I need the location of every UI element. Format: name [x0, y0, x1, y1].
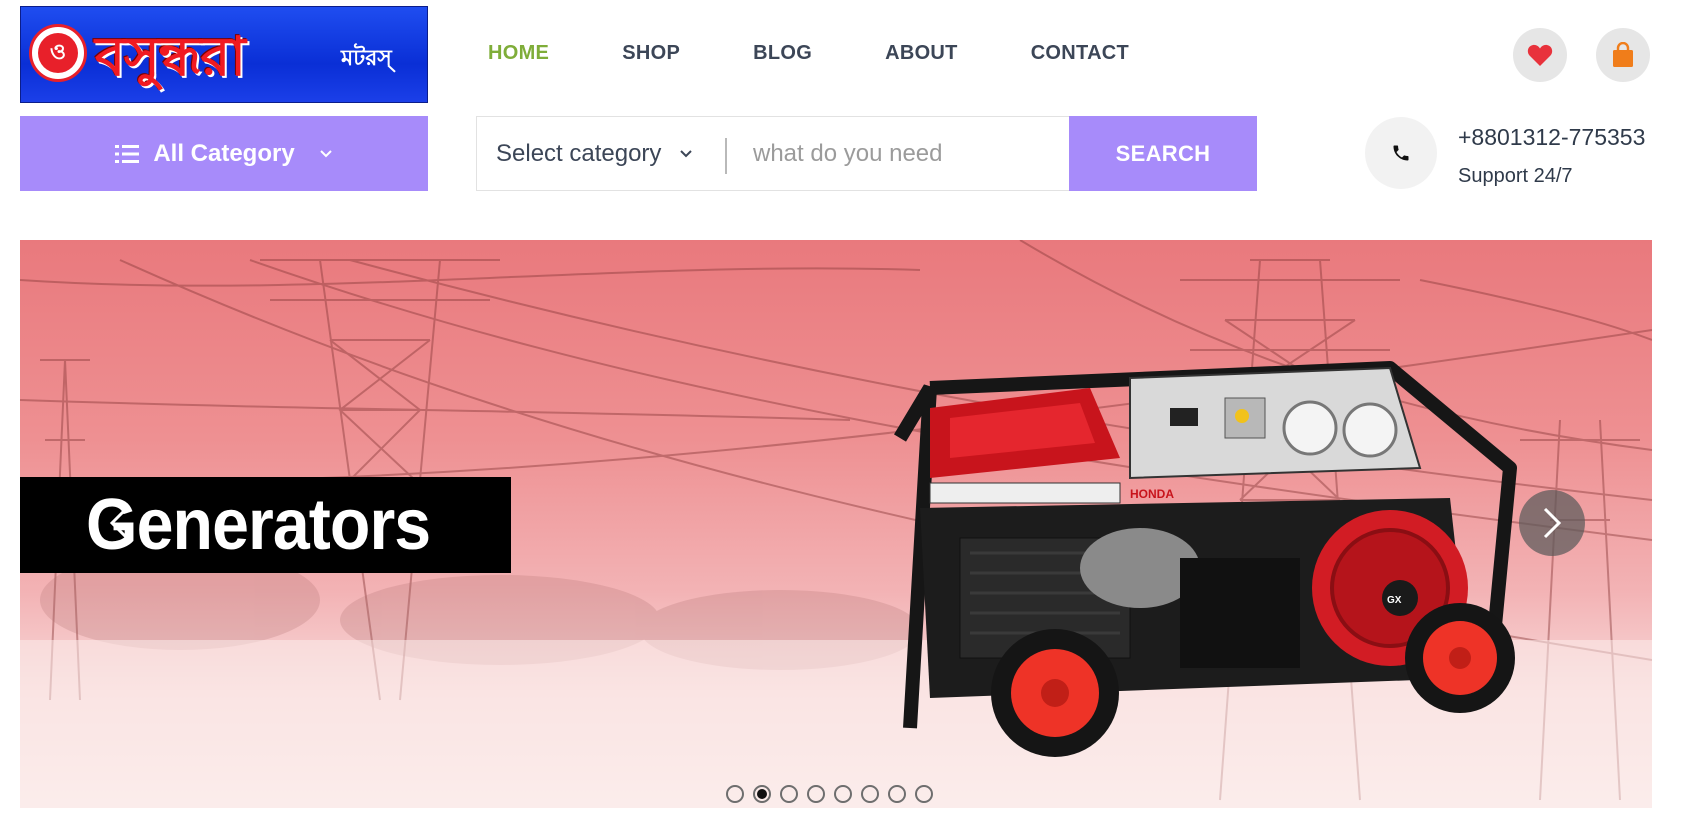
list-icon: [115, 144, 140, 163]
phone-icon: [1365, 117, 1437, 189]
logo-subtext: মটরস্: [341, 46, 392, 71]
shopping-bag-icon: [1613, 42, 1633, 67]
phone-handset-icon: [1393, 145, 1409, 161]
chevron-down-icon: [680, 149, 693, 157]
slider-dot[interactable]: [834, 785, 852, 803]
all-category-button[interactable]: All Category: [20, 116, 428, 191]
slider-dot[interactable]: [807, 785, 825, 803]
slider-next-button[interactable]: [1519, 490, 1585, 556]
all-category-label: All Category: [153, 139, 295, 167]
slider-dot[interactable]: [888, 785, 906, 803]
slider-prev-button[interactable]: [86, 490, 152, 556]
generator-image: HONDA GX: [893, 361, 1517, 757]
category-select-label: Select category: [496, 139, 662, 167]
site-logo[interactable]: ও বসুন্ধরা মটরস্: [20, 6, 428, 103]
phone-number[interactable]: +8801312-775353: [1458, 124, 1645, 151]
wishlist-button[interactable]: [1513, 28, 1567, 82]
search-button[interactable]: SEARCH: [1069, 116, 1257, 191]
logo-emblem-mark: ও: [38, 33, 78, 73]
main-nav: HOME SHOP BLOG ABOUT CONTACT: [488, 42, 1202, 65]
nav-home[interactable]: HOME: [488, 42, 549, 65]
slider-dot[interactable]: [780, 785, 798, 803]
svg-text:HONDA: HONDA: [1130, 487, 1174, 501]
logo-emblem: ও: [29, 24, 87, 82]
heart-icon: [1527, 44, 1553, 66]
search-bar: Select category SEARCH: [476, 116, 1257, 191]
nav-contact[interactable]: CONTACT: [1031, 42, 1129, 65]
chevron-left-icon: [109, 507, 128, 539]
slider-dot[interactable]: [915, 785, 933, 803]
nav-blog[interactable]: BLOG: [753, 42, 812, 65]
svg-text:GX: GX: [1387, 595, 1402, 606]
slider-dot[interactable]: [861, 785, 879, 803]
search-input[interactable]: [727, 117, 1069, 190]
chevron-down-icon: [319, 149, 332, 157]
category-select[interactable]: Select category: [477, 117, 727, 190]
cart-button[interactable]: [1596, 28, 1650, 82]
logo-text: বসুন্ধরা: [95, 25, 246, 88]
slider-dot[interactable]: [726, 785, 744, 803]
chevron-right-icon: [1543, 507, 1562, 539]
nav-about[interactable]: ABOUT: [885, 42, 958, 65]
slider-dot[interactable]: [753, 785, 771, 803]
hero-slider: HONDA GX Generators: [20, 240, 1652, 808]
slider-pagination: [726, 785, 933, 803]
support-text: Support 24/7: [1458, 165, 1573, 187]
nav-shop[interactable]: SHOP: [622, 42, 680, 65]
